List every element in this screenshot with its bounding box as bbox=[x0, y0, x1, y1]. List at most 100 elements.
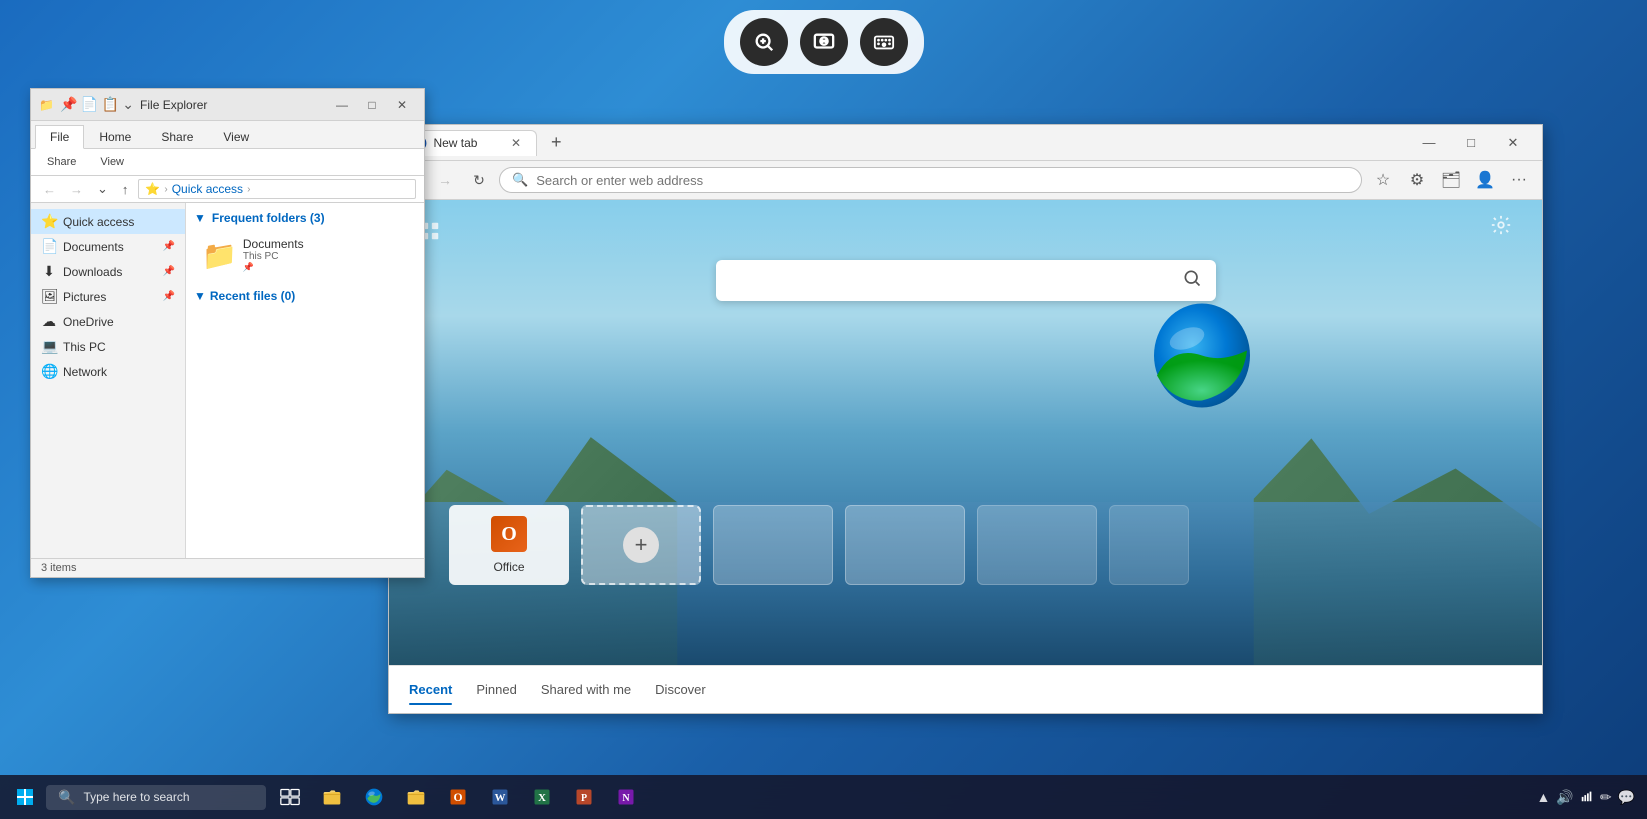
downloads-pin-icon: 📌 bbox=[163, 266, 175, 277]
sidebar-item-quick-access[interactable]: ⭐ Quick access bbox=[31, 209, 185, 234]
volume-icon[interactable]: 🔊 bbox=[1556, 789, 1573, 806]
frequent-folders-header[interactable]: ▼ Frequent folders (3) bbox=[194, 211, 416, 225]
edge-bottom-nav: Recent Pinned Shared with me Discover bbox=[389, 665, 1542, 713]
edge-url-bar[interactable]: 🔍 bbox=[499, 167, 1362, 193]
nav-discover[interactable]: Discover bbox=[655, 678, 706, 701]
nav-shared-with-me[interactable]: Shared with me bbox=[541, 678, 631, 701]
remote-desktop-button[interactable] bbox=[800, 18, 848, 66]
nav-pinned[interactable]: Pinned bbox=[476, 678, 516, 701]
folder-documents-name: Documents bbox=[243, 237, 304, 251]
folder-documents-sub: This PC bbox=[243, 251, 304, 262]
taskbar-search-placeholder: Type here to search bbox=[83, 790, 189, 804]
sidebar-label-documents: Documents bbox=[63, 240, 124, 254]
edge-close-button[interactable]: ✕ bbox=[1492, 128, 1534, 158]
sidebar-item-documents[interactable]: 📄 Documents 📌 bbox=[31, 234, 185, 259]
new-tab-button[interactable]: + bbox=[545, 132, 568, 153]
tab-file[interactable]: File bbox=[35, 125, 84, 149]
nav-back-button[interactable]: ← bbox=[39, 180, 60, 199]
tab-close-button[interactable]: ✕ bbox=[508, 135, 524, 151]
edge-logo bbox=[1142, 300, 1262, 425]
edge-search-input[interactable] bbox=[730, 272, 1172, 290]
edge-titlebar: 🔵 New tab ✕ + — □ ✕ bbox=[389, 125, 1542, 161]
fe-minimize-button[interactable]: — bbox=[328, 95, 356, 115]
taskbar-office[interactable]: O bbox=[438, 777, 478, 817]
sidebar-label-quick-access: Quick access bbox=[63, 215, 134, 229]
nav-forward-button[interactable]: → bbox=[66, 180, 87, 199]
tab-view[interactable]: View bbox=[208, 125, 264, 148]
this-pc-icon: 💻 bbox=[41, 338, 57, 355]
add-site-icon: + bbox=[623, 527, 659, 563]
edge-refresh-button[interactable]: ↻ bbox=[465, 166, 493, 194]
pencil-icon[interactable]: ✏ bbox=[1600, 789, 1612, 806]
edge-window-controls: — □ ✕ bbox=[1408, 128, 1534, 158]
edge-settings-button[interactable] bbox=[1490, 214, 1512, 242]
sidebar-label-downloads: Downloads bbox=[63, 265, 122, 279]
tab-share[interactable]: Share bbox=[146, 125, 208, 148]
quick-access-icon: ⭐ bbox=[41, 213, 57, 230]
recent-files-header[interactable]: ▼ Recent files (0) bbox=[194, 289, 416, 303]
sidebar-item-onedrive[interactable]: ☁ OneDrive bbox=[31, 309, 185, 334]
tab-home[interactable]: Home bbox=[84, 125, 146, 148]
folder-icon: 📁 bbox=[39, 98, 54, 112]
taskbar-word[interactable]: W bbox=[480, 777, 520, 817]
edge-toolbar: ← → ↻ 🔍 ☆ ⚙ 🗂 👤 ··· bbox=[389, 161, 1542, 200]
folder-item-documents[interactable]: 📁 Documents This PC 📌 bbox=[194, 233, 334, 277]
address-breadcrumb[interactable]: ⭐ › Quick access › bbox=[138, 179, 416, 199]
system-icons: ▲ 🔊 ✏ 💬 bbox=[1537, 789, 1635, 806]
notification-icon[interactable]: 💬 bbox=[1618, 789, 1635, 806]
sidebar-item-this-pc[interactable]: 💻 This PC bbox=[31, 334, 185, 359]
documents-pin-icon: 📌 bbox=[163, 241, 175, 252]
sidebar-item-network[interactable]: 🌐 Network bbox=[31, 359, 185, 384]
url-input[interactable] bbox=[536, 173, 1349, 188]
taskbar-search[interactable]: 🔍 Type here to search bbox=[46, 785, 266, 810]
edge-browser-window: 🔵 New tab ✕ + — □ ✕ ← → ↻ 🔍 ☆ ⚙ 🗂 👤 ··· bbox=[388, 124, 1543, 714]
nav-recent-button[interactable]: ⌄ bbox=[93, 179, 112, 199]
edge-minimize-button[interactable]: — bbox=[1408, 128, 1450, 158]
zoom-button[interactable] bbox=[740, 18, 788, 66]
network-icon[interactable] bbox=[1580, 789, 1594, 806]
file-explorer-titlebar: 📁 📌 📄 📋 ⌄ File Explorer — □ ✕ bbox=[31, 89, 424, 121]
ribbon-share-btn[interactable]: Share bbox=[39, 153, 84, 171]
pictures-pin-icon: 📌 bbox=[163, 291, 175, 302]
fe-maximize-button[interactable]: □ bbox=[358, 95, 386, 115]
edge-forward-button[interactable]: → bbox=[431, 166, 459, 194]
ribbon-view-btn[interactable]: View bbox=[92, 153, 132, 171]
downloads-icon: ⬇ bbox=[41, 263, 57, 280]
speed-dial-empty-4 bbox=[1109, 505, 1189, 585]
taskbar-task-view[interactable] bbox=[270, 777, 310, 817]
status-text: 3 items bbox=[41, 562, 76, 574]
fe-sidebar: ⭐ Quick access 📄 Documents 📌 ⬇ Downloads… bbox=[31, 203, 186, 558]
network-tray-icon[interactable]: ▲ bbox=[1537, 789, 1551, 805]
more-icon-button[interactable]: ··· bbox=[1504, 165, 1534, 195]
edge-maximize-button[interactable]: □ bbox=[1450, 128, 1492, 158]
taskbar-right: ▲ 🔊 ✏ 💬 bbox=[1537, 789, 1643, 806]
taskbar-edge[interactable] bbox=[354, 777, 394, 817]
start-button[interactable] bbox=[4, 779, 46, 815]
settings-icon-button[interactable]: ⚙ bbox=[1402, 165, 1432, 195]
nav-up-button[interactable]: ↑ bbox=[118, 180, 133, 199]
keyboard-button[interactable] bbox=[860, 18, 908, 66]
edge-toolbar-icons: ☆ ⚙ 🗂 👤 ··· bbox=[1368, 165, 1534, 195]
edge-search-button[interactable] bbox=[1182, 268, 1202, 293]
taskbar-excel[interactable]: X bbox=[522, 777, 562, 817]
breadcrumb-path: Quick access bbox=[172, 182, 243, 196]
favorites-icon-button[interactable]: ☆ bbox=[1368, 165, 1398, 195]
speed-dial-office[interactable]: O Office bbox=[449, 505, 569, 585]
doc2-icon: 📋 bbox=[102, 96, 119, 112]
taskbar-file-explorer-2[interactable] bbox=[396, 777, 436, 817]
profile-icon-button[interactable]: 👤 bbox=[1470, 165, 1500, 195]
svg-text:P: P bbox=[581, 793, 587, 804]
collection-icon-button[interactable]: 🗂 bbox=[1436, 165, 1466, 195]
taskbar-file-explorer[interactable] bbox=[312, 777, 352, 817]
folder-grid: 📁 Documents This PC 📌 bbox=[194, 233, 416, 277]
taskbar-onenote[interactable]: N bbox=[606, 777, 646, 817]
sidebar-label-pictures: Pictures bbox=[63, 290, 106, 304]
taskbar-powerpoint[interactable]: P bbox=[564, 777, 604, 817]
sidebar-item-downloads[interactable]: ⬇ Downloads 📌 bbox=[31, 259, 185, 284]
fe-address-bar: ← → ⌄ ↑ ⭐ › Quick access › bbox=[31, 176, 424, 203]
speed-dial-add[interactable]: + bbox=[581, 505, 701, 585]
nav-recent[interactable]: Recent bbox=[409, 678, 452, 701]
fe-close-button[interactable]: ✕ bbox=[388, 95, 416, 115]
sidebar-item-pictures[interactable]: 🖼 Pictures 📌 bbox=[31, 284, 185, 309]
edge-search-bar bbox=[716, 260, 1216, 301]
